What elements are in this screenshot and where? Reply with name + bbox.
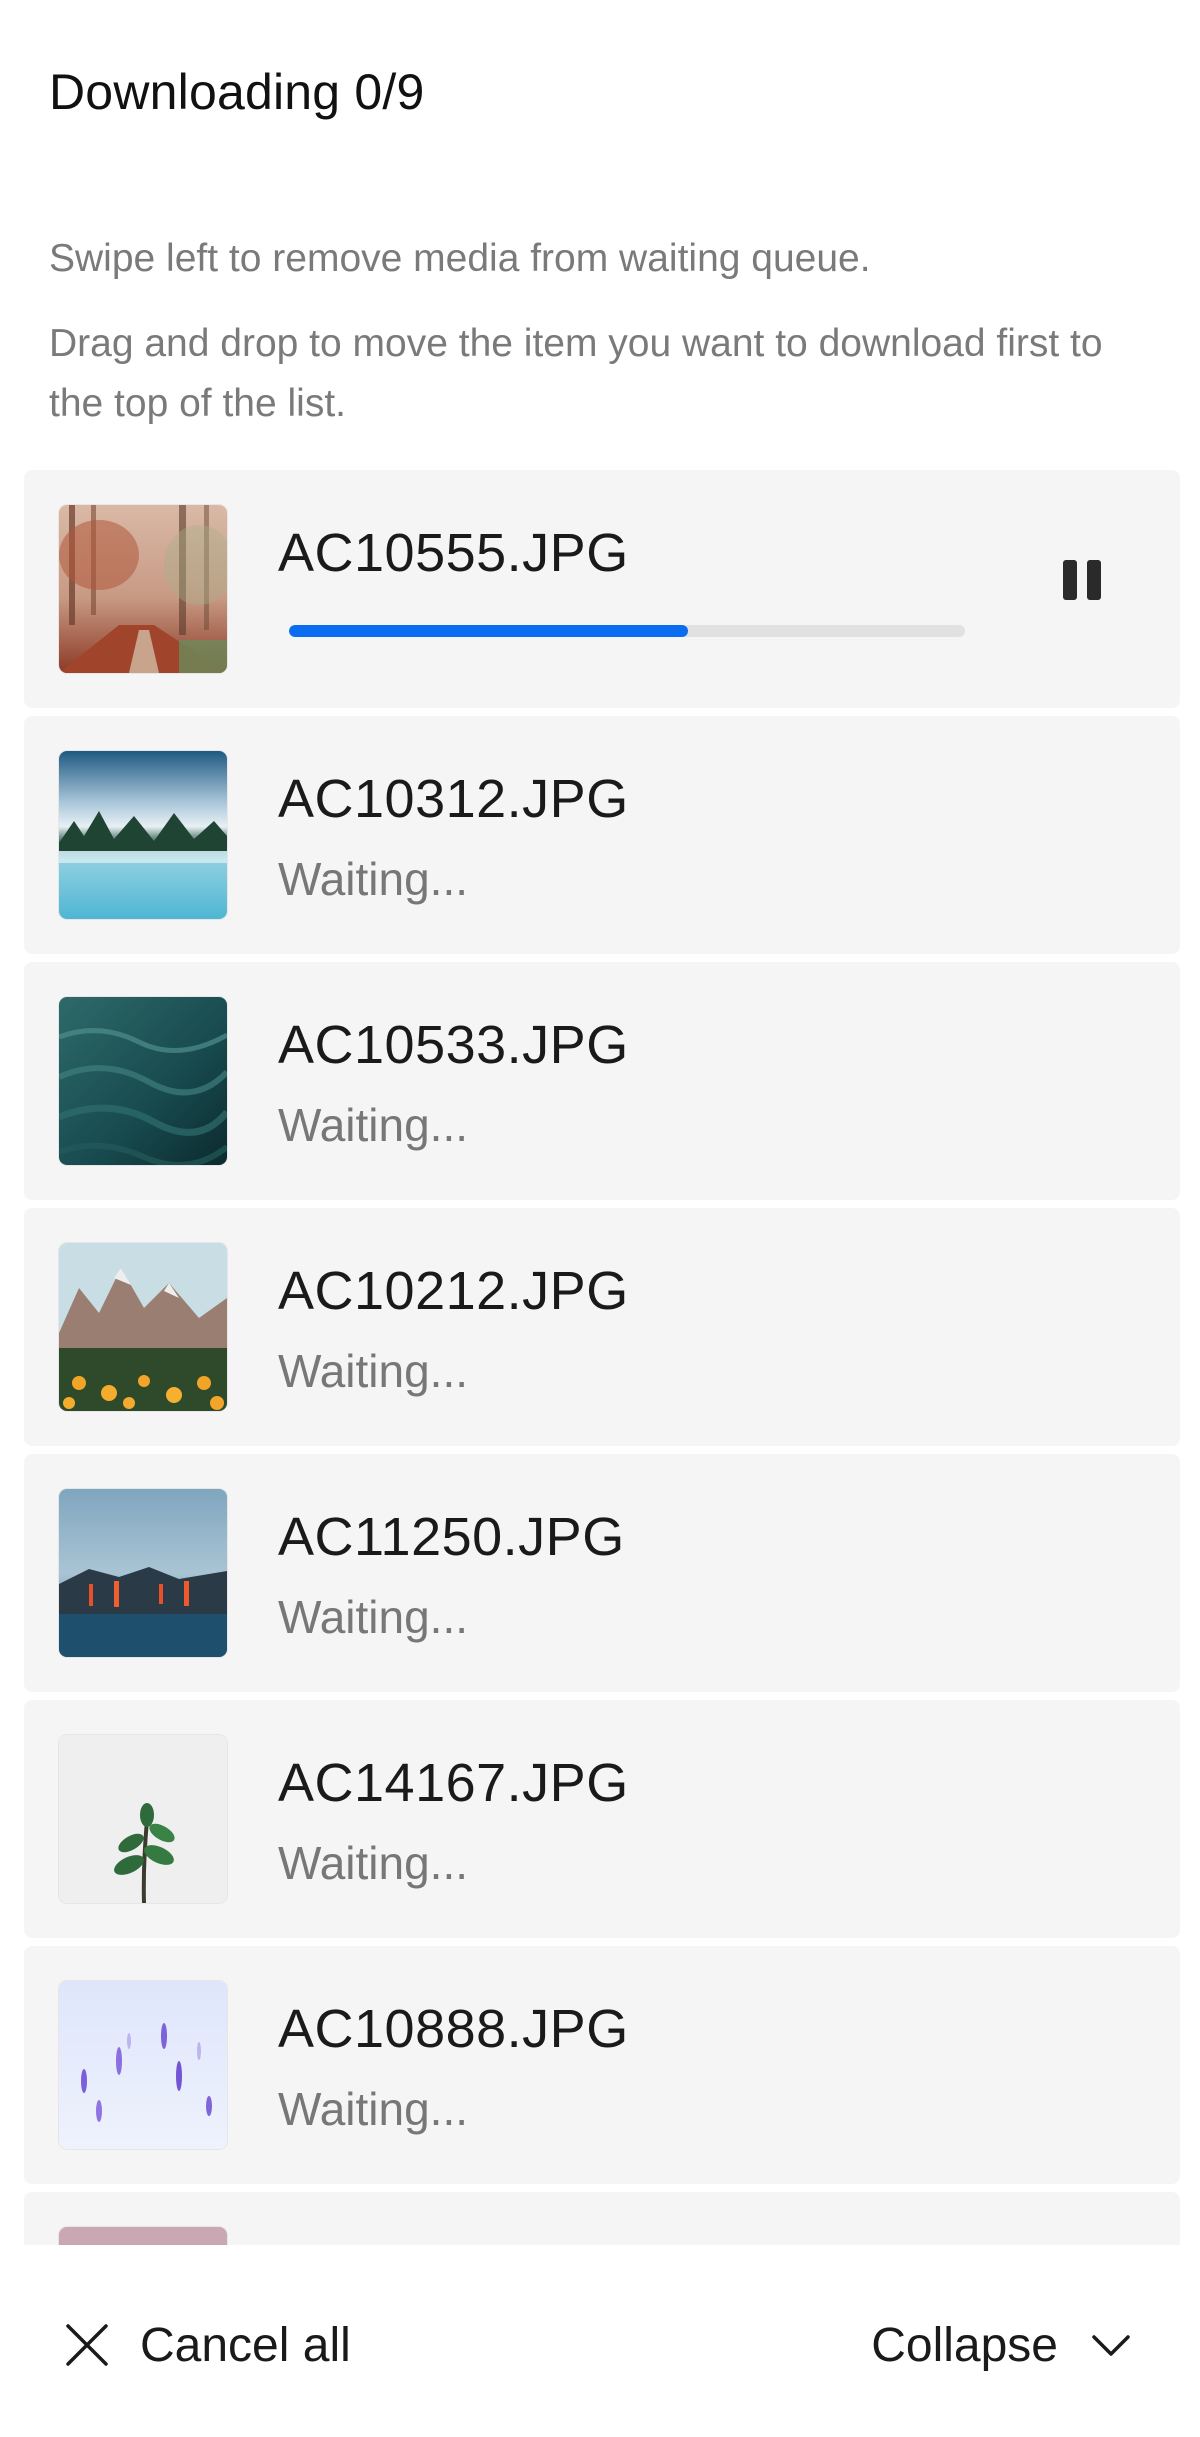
thumbnail — [59, 2227, 227, 2245]
thumbnail-ocean-waves — [59, 997, 227, 1165]
drag-hint: Drag and drop to move the item you want … — [49, 322, 1103, 425]
queue-item[interactable]: AC14167.JPG Waiting... — [24, 1700, 1180, 1938]
file-name: AC10555.JPG — [278, 523, 629, 583]
collapse-button[interactable]: Collapse — [871, 2300, 1134, 2390]
status-text: Waiting... — [278, 1345, 469, 1397]
close-icon — [66, 2324, 108, 2366]
status-text: Waiting... — [278, 1591, 469, 1643]
footer-bar: Cancel all Collapse — [0, 2245, 1200, 2437]
chevron-down-icon — [1092, 2335, 1130, 2356]
download-progress-fill — [289, 625, 688, 637]
status-text: Waiting... — [278, 853, 469, 905]
file-name: AC14167.JPG — [278, 1753, 629, 1813]
swipe-hint: Swipe left to remove media from waiting … — [49, 237, 871, 280]
status-text: Waiting... — [278, 1099, 469, 1151]
pause-icon — [1087, 560, 1101, 600]
queue-item-active[interactable]: AC10555.JPG — [24, 470, 1180, 708]
file-name: AC10888.JPG — [278, 1999, 629, 2059]
download-queue-list[interactable]: AC10555.JPG AC10312.JPG Waiting... AC105… — [24, 470, 1180, 2245]
queue-item[interactable]: AC10533.JPG Waiting... — [24, 962, 1180, 1200]
thumbnail-mountain-flowers — [59, 1243, 227, 1411]
queue-item[interactable]: AC10888.JPG Waiting... — [24, 1946, 1180, 2184]
file-name: AC10533.JPG — [278, 1015, 629, 1075]
page-title: Downloading 0/9 — [49, 64, 425, 120]
file-name: AC10312.JPG — [278, 769, 629, 829]
thumbnail-lava-coast — [59, 1489, 227, 1657]
pause-button[interactable] — [1042, 540, 1122, 620]
cancel-all-label: Cancel all — [140, 2318, 351, 2372]
queue-item[interactable]: AC10212.JPG Waiting... — [24, 1208, 1180, 1446]
queue-item[interactable]: AC10312.JPG Waiting... — [24, 716, 1180, 954]
queue-item[interactable] — [24, 2192, 1180, 2245]
cancel-all-button[interactable]: Cancel all — [62, 2300, 351, 2390]
queue-item[interactable]: AC11250.JPG Waiting... — [24, 1454, 1180, 1692]
collapse-label: Collapse — [871, 2318, 1058, 2372]
status-text: Waiting... — [278, 1837, 469, 1889]
status-text: Waiting... — [278, 2083, 469, 2135]
thumbnail-foggy-forest-path — [59, 505, 227, 673]
thumbnail-plant-sprout — [59, 1735, 227, 1903]
file-name: AC11250.JPG — [278, 1507, 625, 1567]
download-progress-bar — [289, 625, 965, 637]
pause-icon — [1063, 560, 1077, 600]
thumbnail-purple-flowers-snow — [59, 1981, 227, 2149]
file-name: AC10212.JPG — [278, 1261, 629, 1321]
thumbnail-misty-lake — [59, 751, 227, 919]
